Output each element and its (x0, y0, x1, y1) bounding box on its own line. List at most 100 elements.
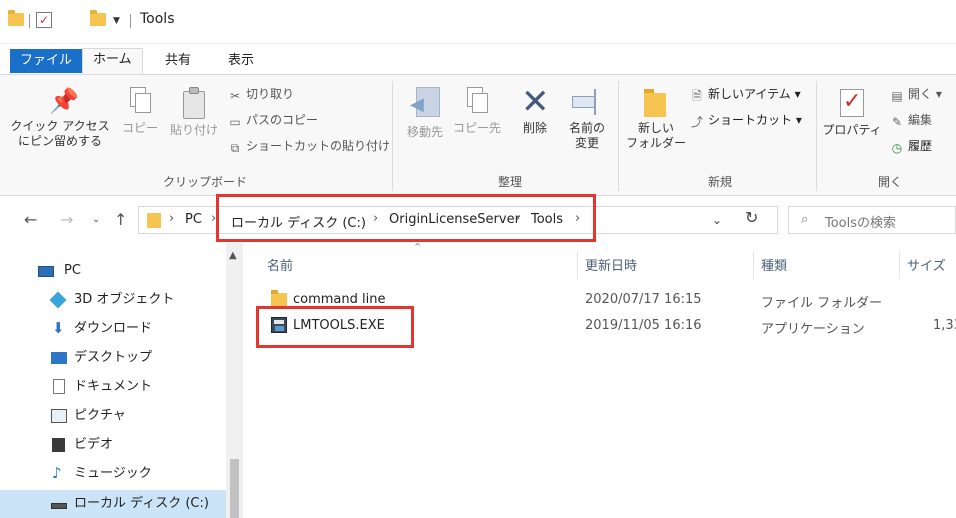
history-icon: ◷ (891, 141, 903, 155)
scroll-thumb[interactable] (230, 459, 239, 518)
easy-access-button[interactable]: ⤴ ショートカット ▾ (690, 111, 802, 129)
nav-item-label: ドキュメント (74, 379, 153, 394)
pin-icon: 📌 (49, 87, 79, 115)
breadcrumb-pc[interactable]: PC (185, 212, 202, 227)
address-dropdown-chevron-icon[interactable]: ⌄ (712, 213, 722, 227)
tab-home[interactable]: ホーム (82, 48, 143, 74)
nav-item-music[interactable]: ♪ ミュージック (0, 460, 226, 488)
delete-label: 削除 (522, 121, 547, 135)
shortcut-icon: ⤴ (690, 115, 703, 129)
open-button[interactable]: ▤ 開く ▾ (890, 85, 942, 103)
quick-access-dropdown-icon[interactable]: ▼ (113, 16, 120, 26)
column-header-name[interactable]: 名前 (267, 255, 293, 274)
folder-icon (147, 213, 161, 228)
copy-button[interactable]: コピー (118, 87, 162, 136)
refresh-icon[interactable]: ↻ (745, 208, 758, 227)
folder-icon (271, 290, 287, 306)
nav-item-label: 3D オブジェクト (74, 292, 175, 307)
new-item-button[interactable]: 🗎 新しいアイテム ▾ (690, 85, 801, 103)
copy-to-label: コピー先 (452, 121, 501, 135)
pin-quick-access-button[interactable]: 📌 クイック アクセス にピン留めする (8, 87, 112, 149)
new-item-label: 新しいアイテム ▾ (708, 87, 801, 101)
divider (29, 14, 30, 28)
edit-icon: ✎ (891, 115, 903, 129)
nav-item-local-disk[interactable]: ローカル ディスク (C:) (0, 490, 226, 518)
pc-icon (38, 266, 54, 277)
column-divider[interactable] (753, 251, 754, 279)
rename-button[interactable]: 名前の 変更 (564, 87, 610, 151)
clipboard-icon (181, 87, 207, 119)
history-button[interactable]: ◷ 履歴 (890, 137, 932, 155)
delete-button[interactable]: ✕ 削除 (512, 82, 558, 136)
nav-item-videos[interactable]: ビデオ (0, 431, 226, 459)
column-header-modified[interactable]: 更新日時 (585, 255, 637, 274)
new-folder-button[interactable]: 新しい フォルダー (624, 87, 688, 151)
up-arrow-icon[interactable]: ↑ (114, 210, 127, 229)
paste-shortcut-button[interactable]: ⧉ ショートカットの貼り付け (228, 137, 390, 155)
scissors-icon: ✂ (229, 89, 241, 103)
nav-item-label: デスクトップ (74, 350, 153, 365)
file-highlight-box (256, 306, 414, 348)
properties-icon: ✓ (838, 87, 866, 119)
desktop-icon (51, 352, 67, 364)
column-header-type[interactable]: 種類 (761, 255, 787, 274)
new-folder-label-line1: 新しい (637, 121, 674, 135)
file-size: 1,33 (933, 318, 956, 333)
nav-pane-scrollbar[interactable]: ▲ (226, 243, 243, 518)
copy-icon (128, 87, 152, 117)
nav-item-desktop[interactable]: デスクトップ (0, 344, 226, 372)
back-arrow-icon[interactable]: ← (24, 210, 37, 229)
file-modified: 2020/07/17 16:15 (585, 292, 702, 307)
nav-item-label: ローカル ディスク (C:) (74, 496, 209, 511)
tab-file[interactable]: ファイル (10, 49, 83, 73)
folder-icon[interactable] (8, 10, 24, 26)
copy-to-button[interactable]: コピー先 (452, 87, 502, 136)
music-icon: ♪ (52, 464, 62, 482)
copy-path-button[interactable]: ▭ パスのコピー (228, 111, 318, 129)
edit-button[interactable]: ✎ 編集 (890, 111, 932, 129)
edit-label: 編集 (908, 113, 933, 127)
column-divider[interactable] (577, 251, 578, 279)
column-header-size[interactable]: サイズ (907, 255, 946, 274)
documents-icon (53, 379, 65, 394)
history-label: 履歴 (908, 139, 933, 153)
nav-item-pc[interactable]: PC (0, 257, 226, 285)
column-divider[interactable] (899, 251, 900, 279)
nav-item-label: ダウンロード (74, 321, 153, 336)
nav-item-3d-objects[interactable]: 3D オブジェクト (0, 286, 226, 314)
delete-x-icon: ✕ (521, 82, 550, 122)
scroll-up-arrow-icon[interactable]: ▲ (229, 250, 237, 261)
file-list: 名前 ⌃ 更新日時 種類 サイズ command line 2020/07/17… (243, 241, 956, 518)
new-folder-icon (644, 87, 668, 117)
pin-label-line2: にピン留めする (17, 134, 102, 148)
nav-item-documents[interactable]: ドキュメント (0, 373, 226, 401)
move-to-button[interactable]: ◀ 移動先 (400, 87, 450, 140)
rename-icon (572, 87, 602, 117)
pin-label-line1: クイック アクセス (10, 119, 110, 133)
properties-check-icon[interactable]: ✓ (36, 12, 52, 28)
cut-button[interactable]: ✂ 切り取り (228, 85, 294, 103)
search-icon: ⌕ (801, 212, 809, 227)
search-box[interactable]: ⌕ Toolsの検索 (788, 206, 956, 234)
shortcut-label: ショートカット ▾ (708, 113, 802, 127)
new-folder-icon[interactable] (90, 10, 106, 26)
nav-item-pictures[interactable]: ピクチャ (0, 402, 226, 430)
nav-item-downloads[interactable]: ⬇ ダウンロード (0, 315, 226, 343)
forward-arrow-icon[interactable]: → (60, 210, 73, 229)
new-folder-label-line2: フォルダー (625, 136, 686, 150)
new-item-icon: 🗎 (692, 89, 702, 103)
tab-view[interactable]: 表示 (218, 50, 264, 72)
open-label: 開く ▾ (908, 87, 942, 101)
paste-button[interactable]: 貼り付け (166, 87, 222, 138)
properties-button[interactable]: ✓ プロパティ (822, 87, 882, 138)
organize-group-label: 整理 (497, 175, 522, 189)
column-header-name-label: 名前 (267, 259, 294, 274)
address-highlight-box (216, 194, 596, 242)
ribbon: 📌 クイック アクセス にピン留めする コピー 貼り付け ✂ 切り取り ▭ パスのコ… (0, 74, 956, 196)
rename-label-line1: 名前の (568, 121, 605, 135)
tab-share[interactable]: 共有 (155, 50, 201, 72)
nav-item-label: ビデオ (74, 437, 114, 452)
recent-locations-chevron-icon[interactable]: ⌄ (92, 214, 100, 225)
chevron-right-icon[interactable]: › (169, 211, 174, 226)
rename-label-line2: 変更 (574, 136, 599, 150)
